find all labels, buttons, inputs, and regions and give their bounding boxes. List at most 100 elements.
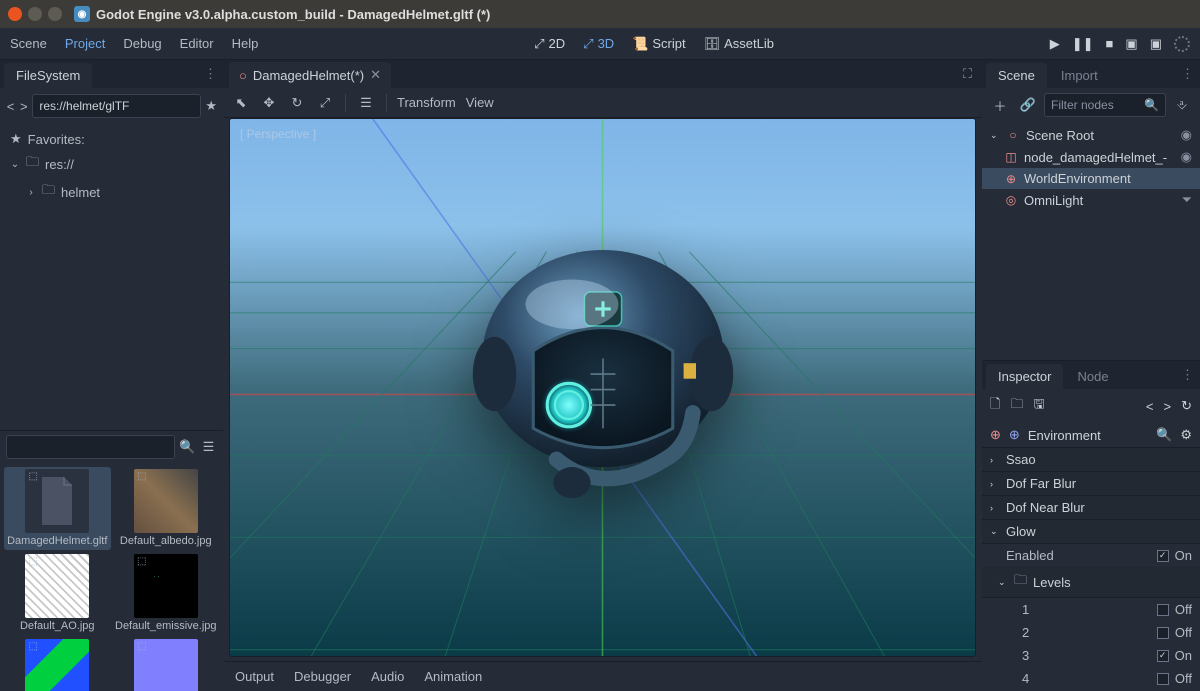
add-node-button[interactable]: ＋ [988,93,1012,117]
stop-button[interactable]: ■ [1106,36,1114,51]
category-dof-far[interactable]: › Dof Far Blur [982,472,1200,496]
instance-scene-button[interactable]: 🔗 [1016,93,1040,117]
new-resource-icon[interactable]: 🗋 [990,395,1000,417]
move-tool-icon[interactable]: ✥ [259,93,279,113]
category-dof-near[interactable]: › Dof Near Blur [982,496,1200,520]
pause-button[interactable]: ❚❚ [1072,36,1094,52]
category-glow[interactable]: ⌄ Glow [982,520,1200,544]
bottom-output[interactable]: Output [235,669,274,684]
prop-label: 2 [1022,625,1157,640]
window-minimize-button[interactable] [28,7,42,21]
tab-import[interactable]: Import [1049,63,1110,88]
select-tool-icon[interactable]: ⬉ [231,93,251,113]
view-menu[interactable]: View [466,95,494,110]
checkbox-icon[interactable] [1157,550,1169,562]
transform-menu[interactable]: Transform [397,95,456,110]
menu-debug[interactable]: Debug [123,36,161,51]
file-tile-ao[interactable]: ⬚ Default_AO.jpg [4,552,111,635]
bottom-audio[interactable]: Audio [371,669,404,684]
settings-icon[interactable]: ⚙ [1180,427,1192,443]
mode-2d-button[interactable]: ⤢ 2D [534,36,565,52]
damaged-helmet-node-row[interactable]: ◫ node_damagedHelmet_- ◉ [982,146,1200,168]
dock-options-icon[interactable]: ⋮ [204,66,217,82]
search-icon[interactable]: 🔍 [1156,427,1172,443]
omni-light-node-row[interactable]: ◎ OmniLight ⏷ [982,189,1200,211]
fs-search-input[interactable] [6,435,175,459]
list-select-icon[interactable]: ☰ [356,93,376,113]
file-tile-metalrough[interactable]: ⬚ Default_metalRoughness.jpg [4,637,111,691]
visibility-icon[interactable]: ◉ [1181,149,1192,165]
play-scene-button[interactable]: ▣ [1125,36,1137,52]
play-button[interactable]: ▶ [1050,36,1060,52]
checkbox-icon[interactable] [1157,650,1169,662]
chevron-down-icon: ⌄ [998,577,1008,588]
glow-enabled-row[interactable]: Enabled On [982,544,1200,567]
prop-label: Enabled [1006,548,1157,563]
menu-project[interactable]: Project [65,36,105,51]
mode-assetlib-button[interactable]: 🗄 AssetLib [704,36,774,52]
bottom-debugger[interactable]: Debugger [294,669,351,684]
glow-level-1-row[interactable]: 1 Off [982,598,1200,621]
dock-options-icon[interactable]: ⋮ [1181,367,1194,383]
fs-favorites-row[interactable]: ★ Favorites: [10,128,213,150]
close-tab-icon[interactable]: ✕ [370,67,381,83]
visibility-icon[interactable]: ⏷ [1182,192,1192,208]
visibility-icon[interactable]: ◉ [1181,127,1192,143]
glow-level-4-row[interactable]: 4 Off [982,667,1200,690]
mode-script-button[interactable]: 📜 Script [632,36,685,52]
load-resource-icon[interactable]: 🗀 [1010,395,1023,417]
folder-icon: 🗀 [42,181,55,203]
fs-favorite-button[interactable]: ★ [205,94,217,118]
filter-nodes-input[interactable]: Filter nodes 🔍 [1044,93,1166,117]
fs-res-root-row[interactable]: ⌄ 🗀 res:// [10,150,213,178]
mode-assetlib-label: AssetLib [724,36,774,51]
mode-3d-button[interactable]: ⤢ 3D [583,36,614,52]
file-tile-gltf[interactable]: ⬚ DamagedHelmet.gltf [4,467,111,550]
window-maximize-button[interactable] [48,7,62,21]
fs-path-input[interactable] [32,94,201,118]
checkbox-icon[interactable] [1157,604,1169,616]
distraction-free-icon[interactable]: ⛶ [963,66,972,82]
viewport-3d[interactable]: [ Perspective ] [229,118,976,657]
file-tile-normal[interactable]: ⬚ Default_normal.jpg [113,637,220,691]
history-back-icon[interactable]: < [1146,399,1154,414]
glow-level-3-row[interactable]: 3 On [982,644,1200,667]
star-icon: ★ [10,131,22,147]
menu-editor[interactable]: Editor [180,36,214,51]
checkbox-icon[interactable] [1157,673,1169,685]
fs-list-mode-button[interactable]: ☰ [200,435,217,459]
menu-scene[interactable]: Scene [10,36,47,51]
file-tile-albedo[interactable]: ⬚ Default_albedo.jpg [113,467,220,550]
category-ssao[interactable]: › Ssao [982,448,1200,472]
mode-2d-label: 2D [549,36,566,51]
history-icon[interactable]: ↻ [1181,398,1192,414]
scene-tab[interactable]: ○ DamagedHelmet(*) ✕ [229,62,391,88]
fs-forward-button[interactable]: > [19,94,28,118]
tab-inspector[interactable]: Inspector [986,364,1063,389]
dock-options-icon[interactable]: ⋮ [1181,66,1194,82]
world-environment-node-row[interactable]: ⊕ WorldEnvironment [982,168,1200,189]
bottom-animation[interactable]: Animation [424,669,482,684]
tab-filesystem[interactable]: FileSystem [4,63,92,88]
checkbox-icon[interactable] [1157,627,1169,639]
menu-help[interactable]: Help [232,36,259,51]
file-tile-emissive[interactable]: ⬚ · · Default_emissive.jpg [113,552,220,635]
scene-tree-extras-button[interactable]: ⎀ [1170,93,1194,117]
fs-helmet-folder-row[interactable]: › 🗀 helmet [10,178,213,206]
scale-tool-icon[interactable]: ⤢ [315,93,335,113]
rotate-tool-icon[interactable]: ↻ [287,93,307,113]
tab-scene[interactable]: Scene [986,63,1047,88]
glow-level-2-row[interactable]: 2 Off [982,621,1200,644]
scene-root-row[interactable]: ⌄ ○ Scene Root ◉ [982,124,1200,146]
prop-value: Off [1175,671,1192,686]
save-resource-icon[interactable]: 🖫 [1033,395,1044,417]
history-forward-icon[interactable]: > [1164,399,1172,414]
search-icon[interactable]: 🔍 [179,435,196,459]
fs-back-button[interactable]: < [6,94,15,118]
play-custom-scene-button[interactable]: ▣ [1150,36,1162,52]
glow-levels-category[interactable]: ⌄ 🗀 Levels [982,567,1200,598]
window-close-button[interactable] [8,7,22,21]
chevron-right-icon: › [26,187,36,198]
folder-icon: 🗀 [1014,571,1027,593]
tab-node[interactable]: Node [1065,364,1120,389]
